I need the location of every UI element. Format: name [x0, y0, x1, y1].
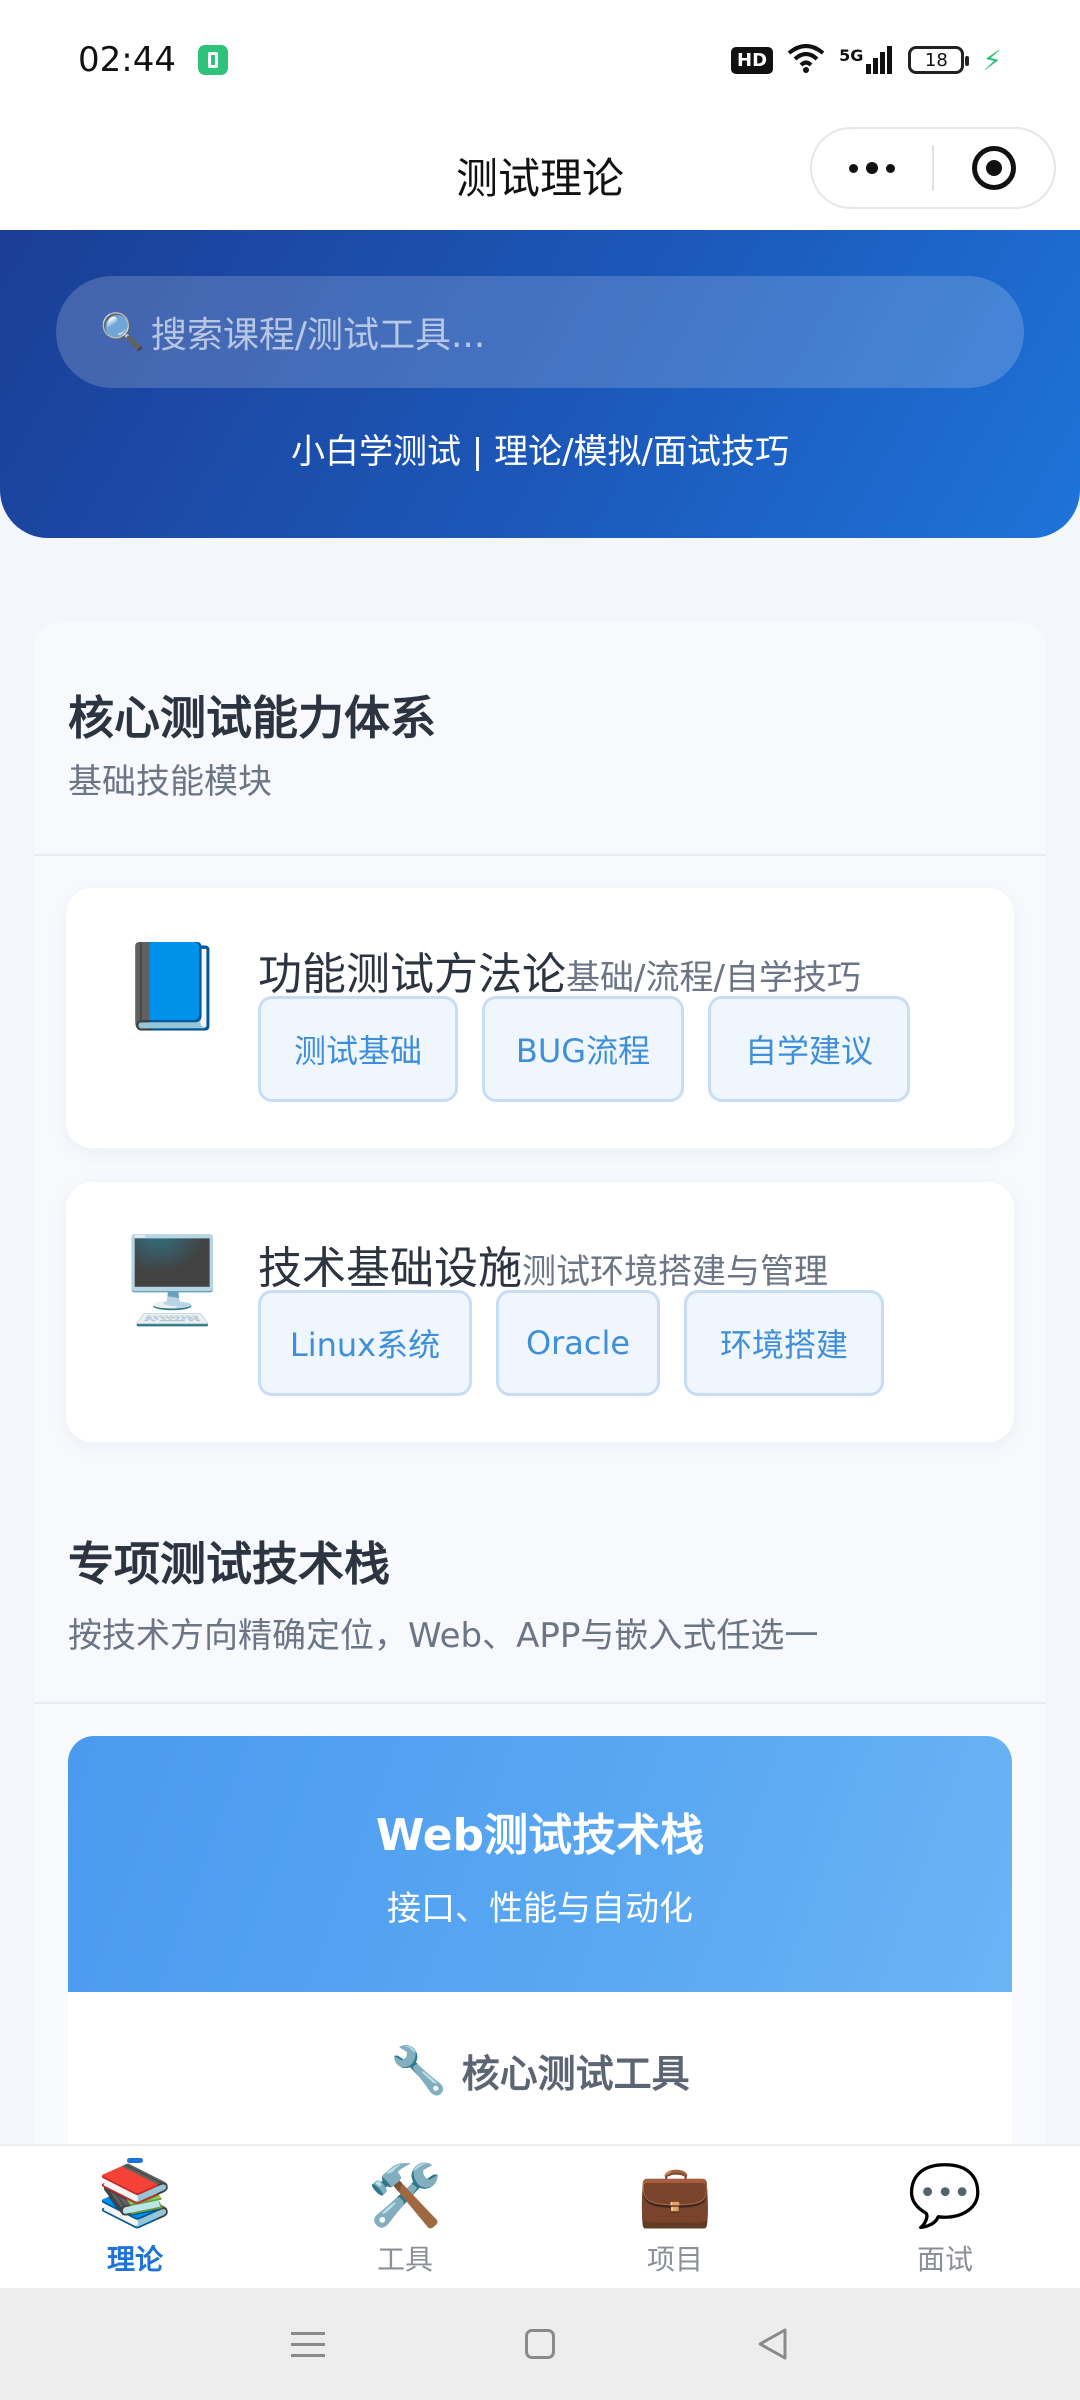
search-input[interactable]: 🔍 搜索课程/测试工具... — [56, 276, 1024, 388]
search-icon: 🔍 — [100, 312, 145, 353]
tab-projects[interactable]: 💼 项目 — [540, 2146, 810, 2288]
section-title-core: 核心测试能力体系 — [68, 691, 436, 745]
module-desc: 基础/流程/自学技巧 — [566, 958, 861, 998]
chip-group: Linux系统 Oracle 环境搭建 — [258, 1290, 884, 1396]
chip-linux[interactable]: Linux系统 — [258, 1290, 472, 1396]
core-tools-heading: 🔧 核心测试工具 — [68, 1992, 1012, 2148]
core-tools-label: 核心测试工具 — [461, 2051, 690, 2096]
blue-book-icon: 📘 — [120, 937, 225, 1035]
module-name: 技术基础设施 — [258, 1243, 522, 1294]
chip-test-basics[interactable]: 测试基础 — [258, 996, 458, 1102]
back-icon[interactable] — [755, 2327, 789, 2361]
tab-bar: 📚 理论 🛠️ 工具 💼 项目 💬 面试 — [0, 2144, 1080, 2288]
chip-self-study[interactable]: 自学建议 — [708, 996, 910, 1102]
hero-subtitle: 小白学测试 | 理论/模拟/面试技巧 — [291, 432, 789, 472]
tab-label: 工具 — [376, 2243, 433, 2276]
nav-bar: 测试理论 — [0, 120, 1080, 230]
divider — [34, 854, 1046, 856]
computer-icon: 🖥️ — [120, 1231, 225, 1329]
web-card-title: Web测试技术栈 — [375, 1809, 705, 1861]
tab-tools[interactable]: 🛠️ 工具 — [270, 2146, 540, 2288]
module-header: 功能测试方法论基础/流程/自学技巧 — [258, 938, 861, 1002]
tab-interview[interactable]: 💬 面试 — [810, 2146, 1080, 2288]
chip-oracle[interactable]: Oracle — [496, 1290, 660, 1396]
module-desc: 测试环境搭建与管理 — [522, 1252, 828, 1292]
hd-icon: HD — [731, 46, 774, 74]
mini-program-capsule — [810, 127, 1056, 209]
charging-icon: ⚡ — [982, 43, 1002, 77]
briefcase-icon: 💼 — [637, 2161, 713, 2231]
module-header: 技术基础设施测试环境搭建与管理 — [258, 1232, 828, 1296]
battery-saver-icon — [197, 45, 228, 75]
tools-icon: 🛠️ — [367, 2161, 443, 2231]
wrench-icon: 🔧 — [390, 2042, 448, 2097]
web-card-subtitle: 接口、性能与自动化 — [387, 1888, 693, 1929]
more-button[interactable] — [812, 129, 932, 207]
web-stack-card[interactable]: Web测试技术栈 接口、性能与自动化 🔧 核心测试工具 — [68, 1736, 1012, 2166]
battery-icon: 18 — [908, 46, 970, 74]
active-indicator — [127, 2158, 143, 2163]
status-bar: 02:44 HD 5G 18 ⚡ — [0, 0, 1080, 120]
hero-banner: 🔍 搜索课程/测试工具... 小白学测试 | 理论/模拟/面试技巧 — [0, 230, 1080, 538]
web-card-header: Web测试技术栈 接口、性能与自动化 — [68, 1736, 1012, 1992]
tab-theory[interactable]: 📚 理论 — [0, 2146, 270, 2288]
tab-label: 理论 — [106, 2243, 163, 2276]
chip-bug-flow[interactable]: BUG流程 — [482, 996, 684, 1102]
books-icon: 📚 — [97, 2161, 173, 2231]
status-right: HD 5G 18 ⚡ — [731, 43, 1002, 77]
chip-env-setup[interactable]: 环境搭建 — [684, 1290, 884, 1396]
module-infrastructure[interactable]: 🖥️ 技术基础设施测试环境搭建与管理 Linux系统 Oracle 环境搭建 — [66, 1182, 1014, 1442]
tab-label: 项目 — [646, 2243, 703, 2276]
divider — [34, 1702, 1046, 1704]
more-dots-icon — [849, 162, 895, 174]
content-card: 核心测试能力体系 基础技能模块 📘 功能测试方法论基础/流程/自学技巧 测试基础… — [34, 622, 1046, 2166]
target-icon — [972, 146, 1016, 190]
search-placeholder: 搜索课程/测试工具... — [150, 315, 486, 356]
section-title-special: 专项测试技术栈 — [68, 1537, 390, 1591]
close-mini-program-button[interactable] — [934, 129, 1054, 207]
status-time: 02:44 — [78, 40, 176, 80]
tab-label: 面试 — [916, 2243, 973, 2276]
speech-bubble-icon: 💬 — [907, 2161, 983, 2231]
module-name: 功能测试方法论 — [258, 949, 566, 1000]
signal-icon: 5G — [839, 46, 894, 74]
system-navigation-bar — [0, 2288, 1080, 2400]
status-left: 02:44 — [78, 40, 228, 80]
home-icon[interactable] — [525, 2329, 555, 2359]
page-title: 测试理论 — [455, 153, 624, 203]
section-subtitle-special: 按技术方向精确定位，Web、APP与嵌入式任选一 — [68, 1616, 819, 1656]
wifi-icon — [787, 43, 825, 77]
module-functional-testing[interactable]: 📘 功能测试方法论基础/流程/自学技巧 测试基础 BUG流程 自学建议 — [66, 888, 1014, 1148]
recent-apps-icon[interactable] — [291, 2331, 325, 2357]
chip-group: 测试基础 BUG流程 自学建议 — [258, 996, 910, 1102]
network-type: 5G — [839, 46, 864, 65]
section-subtitle-core: 基础技能模块 — [68, 762, 272, 802]
